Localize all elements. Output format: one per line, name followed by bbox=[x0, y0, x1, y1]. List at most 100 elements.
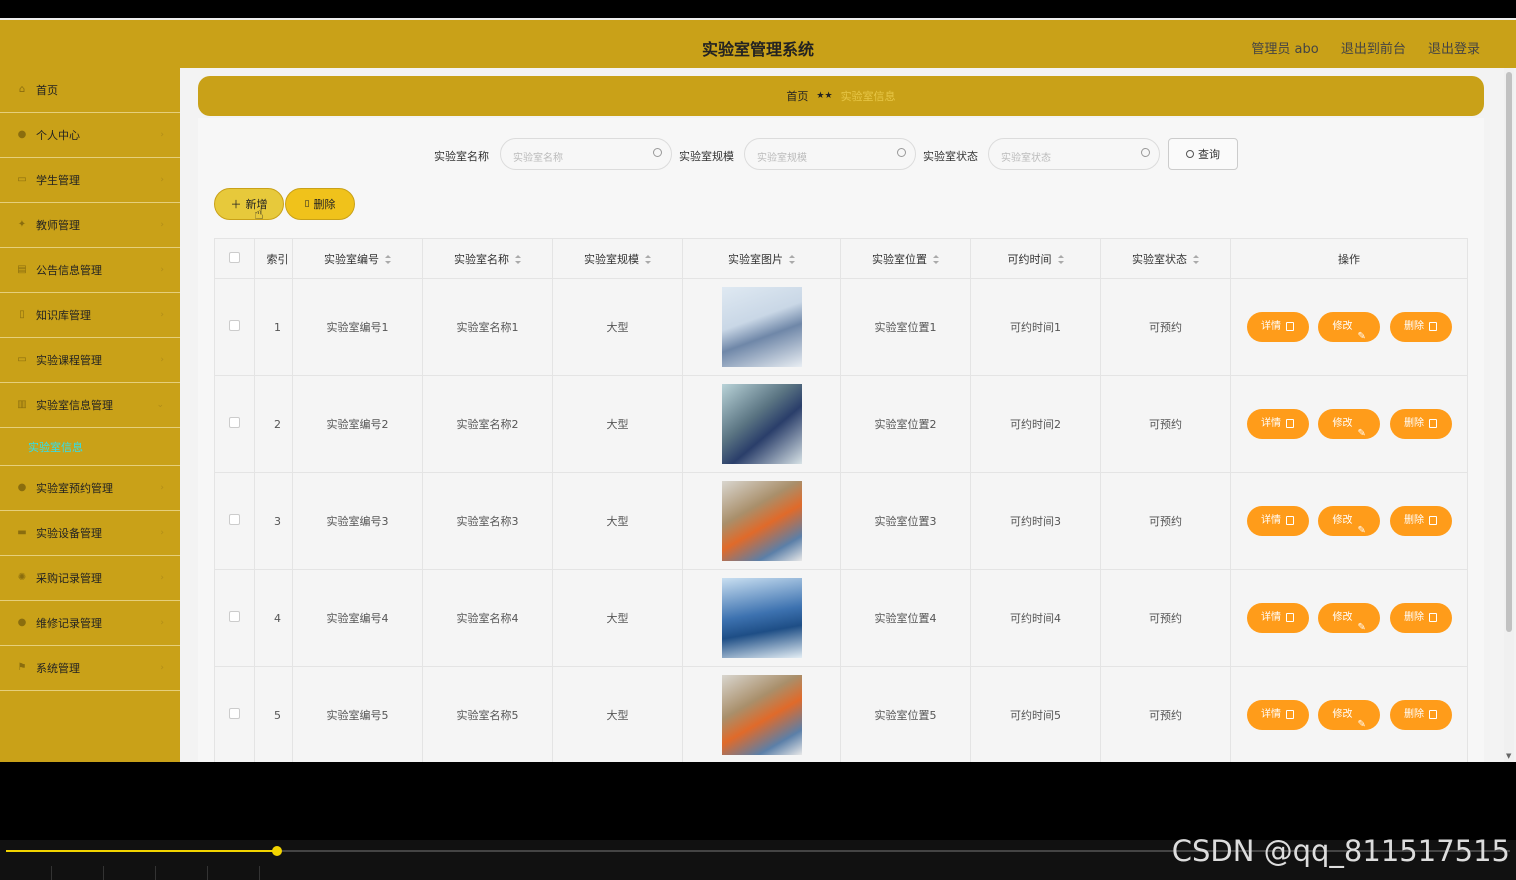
vertical-scrollbar[interactable]: ▼ bbox=[1504, 68, 1514, 762]
col-status[interactable]: 实验室状态 bbox=[1100, 238, 1231, 279]
sidebar-item-teachers[interactable]: ✦ 教师管理 › bbox=[0, 203, 180, 248]
table-row[interactable]: 4 实验室编号4 实验室名称4 大型 实验室位置4 可约时间4 可预约 详情 修… bbox=[214, 569, 1468, 667]
delete-row-button-label: 删除 bbox=[1404, 709, 1424, 720]
cell-time: 可约时间1 bbox=[970, 278, 1101, 376]
search-scale-input[interactable]: 实验室规模 bbox=[744, 138, 916, 170]
col-time[interactable]: 可约时间 bbox=[970, 238, 1101, 279]
sidebar-item-purchases[interactable]: ✺ 采购记录管理 › bbox=[0, 556, 180, 601]
sidebar-item-lab-info[interactable]: ▥ 实验室信息管理 ⌄ bbox=[0, 383, 180, 428]
chevron-down-icon: ⌄ bbox=[156, 400, 164, 410]
sidebar-item-system[interactable]: ⚑ 系统管理 › bbox=[0, 646, 180, 691]
lab-photo[interactable] bbox=[721, 287, 802, 367]
delete-row-button-label: 删除 bbox=[1404, 418, 1424, 429]
select-all-checkbox-cell[interactable] bbox=[214, 238, 255, 279]
col-code[interactable]: 实验室编号 bbox=[292, 238, 423, 279]
col-image[interactable]: 实验室图片 bbox=[682, 238, 841, 279]
checkbox[interactable] bbox=[229, 514, 240, 525]
edit-button[interactable]: 修改 ✎ bbox=[1318, 409, 1380, 439]
cell-actions: 详情 修改 ✎ 删除 bbox=[1230, 666, 1468, 762]
checkbox[interactable] bbox=[229, 251, 240, 263]
delete-row-button[interactable]: 删除 bbox=[1389, 409, 1452, 439]
row-checkbox-cell[interactable] bbox=[214, 472, 255, 570]
sidebar-item-label: 个人中心 bbox=[36, 129, 80, 142]
edit-button[interactable]: 修改 ✎ bbox=[1318, 700, 1380, 730]
col-scale[interactable]: 实验室规模 bbox=[552, 238, 683, 279]
sort-icon[interactable] bbox=[789, 254, 795, 265]
breadcrumb-home[interactable]: 首页 bbox=[786, 88, 808, 104]
sidebar-item-devices[interactable]: ▬ 实验设备管理 › bbox=[0, 511, 180, 556]
cell-index: 2 bbox=[254, 375, 293, 473]
checkbox[interactable] bbox=[229, 417, 240, 428]
player-control[interactable] bbox=[0, 866, 52, 880]
detail-button-label: 详情 bbox=[1261, 515, 1281, 526]
delete-row-button[interactable]: 删除 bbox=[1389, 700, 1452, 730]
sidebar-item-students[interactable]: ▭ 学生管理 › bbox=[0, 158, 180, 203]
row-checkbox-cell[interactable] bbox=[214, 375, 255, 473]
table-row[interactable]: 1 实验室编号1 实验室名称1 大型 实验室位置1 可约时间1 可预约 详情 修… bbox=[214, 278, 1468, 376]
table-row[interactable]: 3 实验室编号3 实验室名称3 大型 实验室位置3 可约时间3 可预约 详情 修… bbox=[214, 472, 1468, 570]
player-control[interactable] bbox=[52, 866, 104, 880]
edit-button[interactable]: 修改 ✎ bbox=[1318, 506, 1380, 536]
back-front-link[interactable]: 退出到前台 bbox=[1341, 42, 1406, 57]
row-checkbox-cell[interactable] bbox=[214, 278, 255, 376]
sidebar-subitem-lab-info[interactable]: 实验室信息 bbox=[0, 428, 180, 466]
scroll-down-icon[interactable]: ▼ bbox=[1506, 752, 1511, 760]
search-status-input[interactable]: 实验室状态 bbox=[988, 138, 1160, 170]
row-checkbox-cell[interactable] bbox=[214, 666, 255, 762]
sort-icon[interactable] bbox=[385, 254, 391, 265]
delete-button[interactable]: ▯ 删除 bbox=[285, 188, 355, 220]
player-control[interactable] bbox=[208, 866, 260, 880]
chevron-right-icon: › bbox=[160, 573, 164, 583]
sort-icon[interactable] bbox=[933, 254, 939, 265]
lab-photo[interactable] bbox=[721, 384, 802, 464]
lab-photo[interactable] bbox=[721, 675, 802, 755]
gear-icon: ✺ bbox=[17, 572, 27, 583]
flag-icon: ⚑ bbox=[17, 662, 27, 673]
detail-button[interactable]: 详情 bbox=[1246, 409, 1309, 439]
checkbox[interactable] bbox=[229, 708, 240, 719]
star-icon: ✦ bbox=[17, 219, 27, 230]
cell-scale: 大型 bbox=[552, 666, 683, 762]
sidebar-item-repairs[interactable]: ● 维修记录管理 › bbox=[0, 601, 180, 646]
sidebar-item-knowledge[interactable]: ▯ 知识库管理 › bbox=[0, 293, 180, 338]
player-control[interactable] bbox=[156, 866, 208, 880]
add-button[interactable]: ＋新增 bbox=[214, 188, 284, 220]
edit-button[interactable]: 修改 ✎ bbox=[1318, 603, 1380, 633]
query-button[interactable]: 查询 bbox=[1168, 138, 1238, 170]
col-location[interactable]: 实验室位置 bbox=[840, 238, 971, 279]
sidebar-item-home[interactable]: ⌂ 首页 bbox=[0, 68, 180, 113]
col-name[interactable]: 实验室名称 bbox=[422, 238, 553, 279]
sidebar-item-courses[interactable]: ▭ 实验课程管理 › bbox=[0, 338, 180, 383]
logout-link[interactable]: 退出登录 bbox=[1428, 42, 1480, 57]
detail-button-label: 详情 bbox=[1261, 709, 1281, 720]
detail-button[interactable]: 详情 bbox=[1246, 506, 1309, 536]
player-control[interactable] bbox=[104, 866, 156, 880]
checkbox[interactable] bbox=[229, 611, 240, 622]
edit-button[interactable]: 修改 ✎ bbox=[1318, 312, 1380, 342]
sort-icon[interactable] bbox=[1193, 254, 1199, 265]
detail-button[interactable]: 详情 bbox=[1246, 603, 1309, 633]
lab-photo[interactable] bbox=[721, 481, 802, 561]
sort-icon[interactable] bbox=[645, 254, 651, 265]
delete-row-button[interactable]: 删除 bbox=[1389, 506, 1452, 536]
table-row[interactable]: 5 实验室编号5 实验室名称5 大型 实验室位置5 可约时间5 可预约 详情 修… bbox=[214, 666, 1468, 762]
delete-row-button[interactable]: 删除 bbox=[1389, 603, 1452, 633]
sort-icon[interactable] bbox=[1057, 254, 1064, 265]
detail-button[interactable]: 详情 bbox=[1246, 700, 1309, 730]
row-checkbox-cell[interactable] bbox=[214, 569, 255, 667]
table-row[interactable]: 2 实验室编号2 实验室名称2 大型 实验室位置2 可约时间2 可预约 详情 修… bbox=[214, 375, 1468, 473]
search-name-input[interactable]: 实验室名称 bbox=[500, 138, 672, 170]
sidebar-item-reservations[interactable]: ● 实验室预约管理 › bbox=[0, 466, 180, 511]
lab-photo[interactable] bbox=[721, 578, 802, 658]
delete-row-button[interactable]: 删除 bbox=[1389, 312, 1452, 342]
sidebar-item-profile[interactable]: ● 个人中心 › bbox=[0, 113, 180, 158]
sidebar-item-notices[interactable]: ▤ 公告信息管理 › bbox=[0, 248, 180, 293]
video-seek-handle[interactable] bbox=[272, 846, 282, 856]
sidebar-item-label: 公告信息管理 bbox=[36, 264, 102, 277]
scrollbar-thumb[interactable] bbox=[1506, 72, 1512, 632]
chevron-right-icon: › bbox=[160, 265, 164, 275]
sort-icon[interactable] bbox=[515, 254, 521, 265]
chevron-right-icon: › bbox=[160, 130, 164, 140]
detail-button[interactable]: 详情 bbox=[1246, 312, 1309, 342]
checkbox[interactable] bbox=[229, 320, 240, 331]
